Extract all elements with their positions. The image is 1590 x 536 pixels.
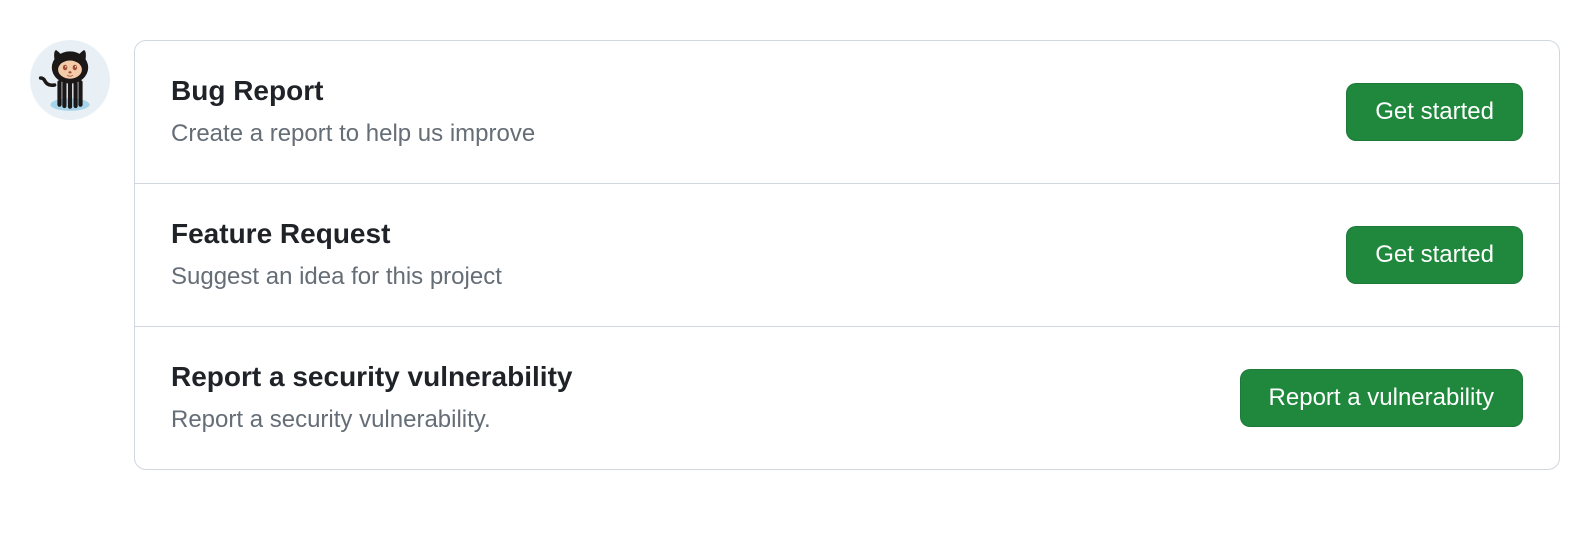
- template-description: Create a report to help us improve: [171, 117, 535, 151]
- template-text: Bug Report Create a report to help us im…: [171, 73, 535, 151]
- get-started-button[interactable]: Get started: [1346, 226, 1523, 284]
- template-text: Report a security vulnerability Report a…: [171, 359, 572, 437]
- template-description: Suggest an idea for this project: [171, 260, 502, 294]
- avatar: [30, 40, 110, 120]
- templates-list: Bug Report Create a report to help us im…: [134, 40, 1560, 470]
- template-title: Feature Request: [171, 216, 502, 252]
- template-description: Report a security vulnerability.: [171, 403, 572, 437]
- template-title: Bug Report: [171, 73, 535, 109]
- template-item-security-vulnerability: Report a security vulnerability Report a…: [135, 327, 1559, 469]
- template-item-bug-report: Bug Report Create a report to help us im…: [135, 41, 1559, 184]
- report-vulnerability-button[interactable]: Report a vulnerability: [1240, 369, 1523, 427]
- octocat-icon: [35, 43, 105, 118]
- issue-template-chooser: Bug Report Create a report to help us im…: [30, 40, 1560, 470]
- template-item-feature-request: Feature Request Suggest an idea for this…: [135, 184, 1559, 327]
- get-started-button[interactable]: Get started: [1346, 83, 1523, 141]
- template-text: Feature Request Suggest an idea for this…: [171, 216, 502, 294]
- template-title: Report a security vulnerability: [171, 359, 572, 395]
